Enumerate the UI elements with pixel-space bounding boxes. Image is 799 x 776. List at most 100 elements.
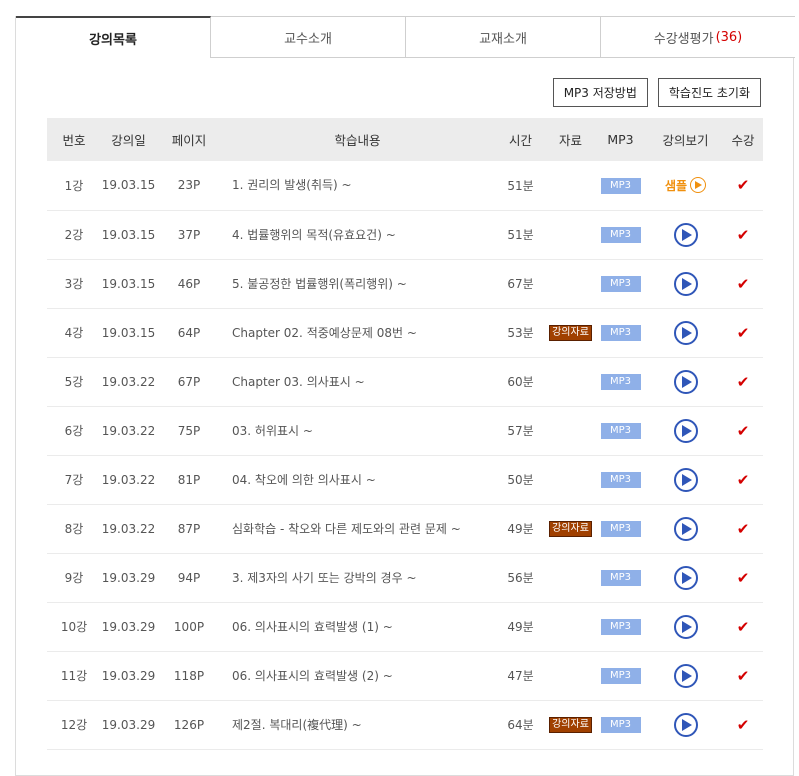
play-button[interactable] xyxy=(673,565,698,590)
lecture-content[interactable]: Chapter 02. 적중예상문제 08번 ~ xyxy=(222,308,493,358)
lecture-number: 8강 xyxy=(47,504,101,554)
check-icon[interactable]: ✔ xyxy=(737,275,750,293)
play-button[interactable] xyxy=(673,271,698,296)
lecture-time: 49분 xyxy=(493,504,548,554)
lecture-time: 51분 xyxy=(493,210,548,260)
lecture-number: 3강 xyxy=(47,259,101,309)
lecture-number: 1강 xyxy=(47,161,101,211)
lecture-content[interactable]: 3. 제3자의 사기 또는 강박의 경우 ~ xyxy=(222,553,493,603)
sample-play-button[interactable]: 샘플 xyxy=(665,177,707,194)
lecture-content[interactable]: 제2절. 복대리(複代理) ~ xyxy=(222,700,493,750)
play-icon xyxy=(681,571,692,584)
mp3-cell: MP3 xyxy=(593,259,648,309)
check-icon[interactable]: ✔ xyxy=(737,373,750,391)
check-icon[interactable]: ✔ xyxy=(737,471,750,489)
table-row: 3강 19.03.15 46P 5. 불공정한 법률행위(폭리행위) ~67분 MP3 ✔ xyxy=(47,259,763,309)
mp3-download-button[interactable]: MP3 xyxy=(600,177,641,194)
tab-textbook[interactable]: 교재소개 xyxy=(406,16,601,58)
play-button[interactable] xyxy=(673,467,698,492)
lecture-material-button[interactable]: 강의자료 xyxy=(549,521,592,537)
check-icon[interactable]: ✔ xyxy=(737,667,750,685)
lecture-content[interactable]: 심화학습 - 착오와 다른 제도와의 관련 문제 ~ xyxy=(222,504,493,554)
lecture-page: 81P xyxy=(156,455,222,505)
play-button[interactable] xyxy=(673,222,698,247)
lecture-content[interactable]: 06. 의사표시의 효력발생 (2) ~ xyxy=(222,651,493,701)
view-cell xyxy=(648,259,723,309)
lecture-content[interactable]: 5. 불공정한 법률행위(폭리행위) ~ xyxy=(222,259,493,309)
play-button[interactable] xyxy=(673,369,698,394)
view-cell: 샘플 xyxy=(648,161,723,211)
tab-professor[interactable]: 교수소개 xyxy=(211,16,406,58)
enroll-cell: ✔ xyxy=(723,700,763,750)
mp3-download-button[interactable]: MP3 xyxy=(600,668,641,684)
material-cell: 강의자료 xyxy=(548,308,593,358)
check-icon[interactable]: ✔ xyxy=(737,618,750,636)
mp3-cell: MP3 xyxy=(593,308,648,358)
lecture-content[interactable]: 1. 권리의 발생(취득) ~ xyxy=(222,161,493,211)
lecture-page: 37P xyxy=(156,210,222,260)
material-cell xyxy=(548,553,593,603)
header-content: 학습내용 xyxy=(222,118,493,161)
view-cell xyxy=(648,504,723,554)
table-row: 9강 19.03.29 94P 3. 제3자의 사기 또는 강박의 경우 ~56분 MP… xyxy=(47,553,763,603)
enroll-cell: ✔ xyxy=(723,651,763,701)
view-cell xyxy=(648,308,723,358)
lecture-time: 49분 xyxy=(493,602,548,652)
play-button[interactable] xyxy=(673,614,698,639)
mp3-cell: MP3 xyxy=(593,406,648,456)
check-icon[interactable]: ✔ xyxy=(737,324,750,342)
lecture-number: 9강 xyxy=(47,553,101,603)
mp3-download-button[interactable]: MP3 xyxy=(600,521,641,537)
header-view: 강의보기 xyxy=(648,118,723,161)
mp3-cell: MP3 xyxy=(593,210,648,260)
lecture-content[interactable]: 03. 허위표시 ~ xyxy=(222,406,493,456)
play-button[interactable] xyxy=(673,320,698,345)
enroll-cell: ✔ xyxy=(723,308,763,358)
play-icon xyxy=(681,718,692,731)
lecture-content[interactable]: 4. 법률행위의 목적(유효요건) ~ xyxy=(222,210,493,260)
tab-reviews[interactable]: 수강생평가 (36) xyxy=(601,16,795,58)
mp3-download-button[interactable]: MP3 xyxy=(600,423,641,439)
lecture-material-button[interactable]: 강의자료 xyxy=(549,717,592,733)
lecture-date: 19.03.22 xyxy=(101,455,156,505)
reset-progress-button[interactable]: 학습진도 초기화 xyxy=(657,78,761,107)
mp3-cell: MP3 xyxy=(593,651,648,701)
mp3-download-button[interactable]: MP3 xyxy=(600,570,641,586)
lecture-page: 87P xyxy=(156,504,222,554)
check-icon[interactable]: ✔ xyxy=(737,569,750,587)
mp3-download-button[interactable]: MP3 xyxy=(600,717,641,733)
mp3-download-button[interactable]: MP3 xyxy=(600,276,641,292)
mp3-download-button[interactable]: MP3 xyxy=(600,374,641,390)
check-icon[interactable]: ✔ xyxy=(737,422,750,440)
table-row: 10강 19.03.29 100P 06. 의사표시의 효력발생 (1) ~49분 MP… xyxy=(47,602,763,652)
lecture-time: 53분 xyxy=(493,308,548,358)
lecture-date: 19.03.15 xyxy=(101,259,156,309)
check-icon[interactable]: ✔ xyxy=(737,176,750,194)
mp3-download-button[interactable]: MP3 xyxy=(600,325,641,341)
header-number: 번호 xyxy=(47,118,101,161)
mp3-download-button[interactable]: MP3 xyxy=(600,227,641,243)
lecture-number: 12강 xyxy=(47,700,101,750)
play-button[interactable] xyxy=(673,418,698,443)
check-icon[interactable]: ✔ xyxy=(737,716,750,734)
mp3-download-button[interactable]: MP3 xyxy=(600,472,641,488)
check-icon[interactable]: ✔ xyxy=(737,226,750,244)
lecture-content[interactable]: 04. 착오에 의한 의사표시 ~ xyxy=(222,455,493,505)
play-icon xyxy=(681,277,692,290)
lecture-content[interactable]: 06. 의사표시의 효력발생 (1) ~ xyxy=(222,602,493,652)
lecture-table: 번호 강의일 페이지 학습내용 시간 자료 MP3 강의보기 수강 1강 19.0… xyxy=(47,118,763,750)
play-button[interactable] xyxy=(673,663,698,688)
mp3-cell: MP3 xyxy=(593,455,648,505)
play-button[interactable] xyxy=(673,712,698,737)
lecture-content[interactable]: Chapter 03. 의사표시 ~ xyxy=(222,357,493,407)
table-row: 6강 19.03.22 75P 03. 허위표시 ~57분 MP3 ✔ xyxy=(47,406,763,456)
play-button[interactable] xyxy=(673,516,698,541)
lecture-material-button[interactable]: 강의자료 xyxy=(549,325,592,341)
mp3-download-button[interactable]: MP3 xyxy=(600,619,641,635)
mp3-save-method-button[interactable]: MP3 저장방법 xyxy=(552,78,648,107)
lecture-date: 19.03.15 xyxy=(101,161,156,211)
tab-lecture-list[interactable]: 강의목록 xyxy=(16,16,211,58)
check-icon[interactable]: ✔ xyxy=(737,520,750,538)
material-cell xyxy=(548,602,593,652)
lecture-date: 19.03.15 xyxy=(101,308,156,358)
